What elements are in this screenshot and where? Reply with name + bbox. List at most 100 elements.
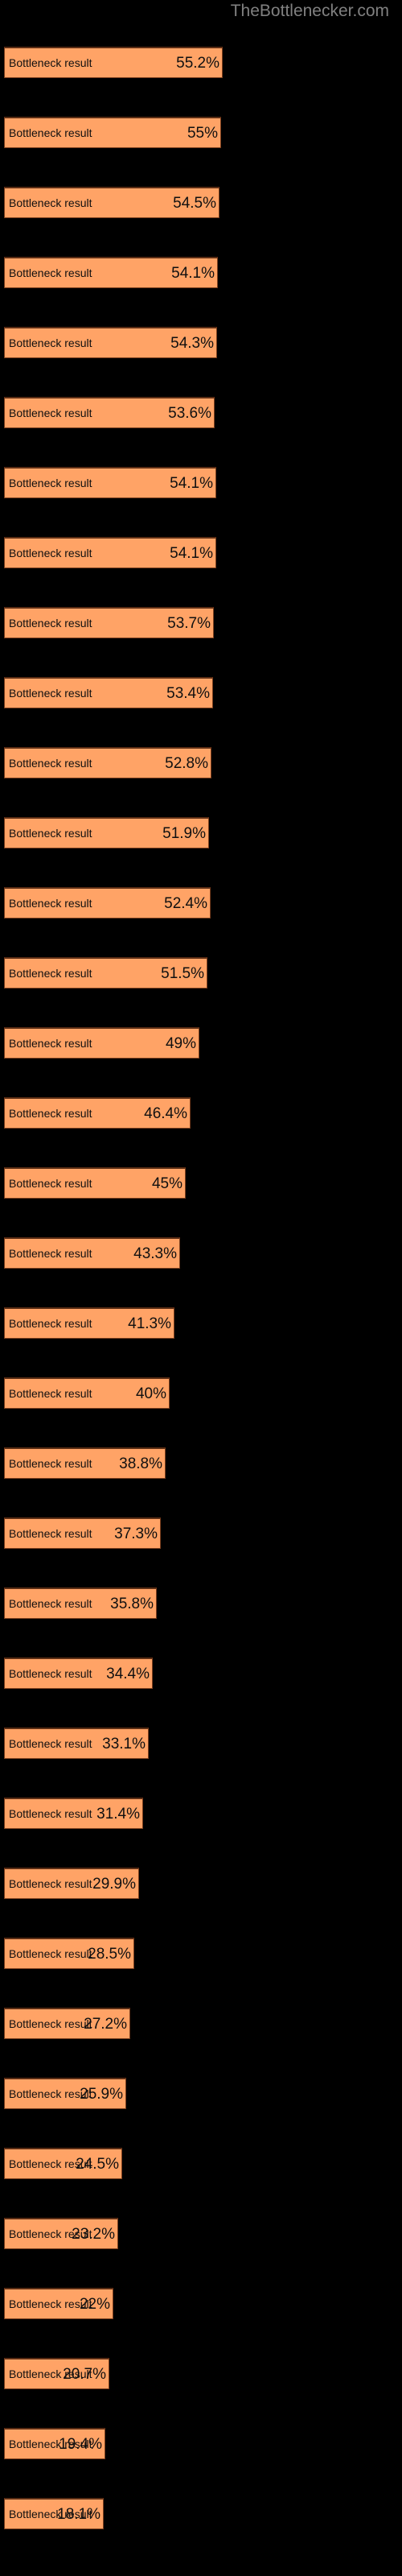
bar-value-label: 34.4% [106,1666,150,1682]
bar-clip: Bottleneck result 35.8% [4,1587,402,1619]
bar-value-label: 54.1% [170,475,213,492]
bar-value-label: 53.4% [166,685,210,702]
bar-row: Bottleneck result 52.4% [4,887,402,919]
bar-clip: Bottleneck result 51.5% [4,957,402,989]
bar-clip: Bottleneck result 43.3% [4,1237,402,1269]
bar-value-label: 43.3% [133,1245,177,1262]
bar-row: Bottleneck result 41.3% [4,1307,402,1339]
bar-clip: Bottleneck result 29.9% [4,1868,402,1899]
bar-category-label: Bottleneck result [9,757,92,770]
bar-category-label: Bottleneck result [9,1107,92,1120]
bar-clip: Bottleneck result 54.3% [4,327,402,358]
bar-list: Bottleneck result 55.2% Bottleneck result 5… [0,0,402,2576]
bar-category-label: Bottleneck result [9,1807,92,1820]
bar-row: Bottleneck result 18.1% [4,2498,402,2529]
bar-category-label: Bottleneck result [9,126,92,139]
bar-value-label: 19.4% [59,2436,102,2453]
bar-value-label: 51.5% [161,965,204,982]
bar-clip: Bottleneck result 34.4% [4,1657,402,1689]
bar-category-label: Bottleneck result [9,477,92,489]
bar-row: Bottleneck result 38.8% [4,1447,402,1479]
bar-value-label: 54.3% [170,335,214,352]
bar-category-label: Bottleneck result [9,547,92,559]
bar-value-label: 18.1% [57,2506,100,2523]
bar-category-label: Bottleneck result [9,1247,92,1260]
bar-category-label: Bottleneck result [9,1177,92,1190]
bar-clip: Bottleneck result 40% [4,1377,402,1409]
bar-row: Bottleneck result 51.9% [4,817,402,848]
bar-clip: Bottleneck result 28.5% [4,1938,402,1969]
bar-value-label: 37.3% [114,1525,158,1542]
bar-clip: Bottleneck result 54.5% [4,187,402,218]
bar-category-label: Bottleneck result [9,687,92,700]
bar-value-label: 54.1% [171,265,215,282]
bar-row: Bottleneck result 45% [4,1167,402,1199]
bar-clip: Bottleneck result 18.1% [4,2498,402,2529]
bar-row: Bottleneck result 33.1% [4,1728,402,1759]
bar-row: Bottleneck result 34.4% [4,1657,402,1689]
bar-clip: Bottleneck result 38.8% [4,1447,402,1479]
bar-value-label: 41.3% [128,1315,171,1332]
bar-value-label: 29.9% [92,1876,136,1893]
bar-row: Bottleneck result 55% [4,117,402,148]
bar-clip: Bottleneck result 54.1% [4,537,402,568]
bottleneck-bar-chart: TheBottlenecker.com Bottleneck result 55.… [0,0,402,2576]
bar-value-label: 33.1% [102,1736,146,1752]
bar-clip: Bottleneck result 33.1% [4,1728,402,1759]
bar-row: Bottleneck result 54.3% [4,327,402,358]
bar-value-label: 53.6% [168,405,211,422]
bar-value-label: 51.9% [162,825,206,842]
bar-row: Bottleneck result 51.5% [4,957,402,989]
bar-value-label: 46.4% [144,1105,187,1122]
bar-value-label: 28.5% [88,1946,131,1963]
bar-clip: Bottleneck result 27.2% [4,2008,402,2039]
bar-row: Bottleneck result 37.3% [4,1517,402,1549]
bar-category-label: Bottleneck result [9,1037,92,1050]
bar-clip: Bottleneck result 19.4% [4,2428,402,2459]
bar-row: Bottleneck result 54.1% [4,467,402,498]
bar-row: Bottleneck result 55.2% [4,47,402,78]
bar-value-label: 49% [165,1035,196,1052]
bar-category-label: Bottleneck result [9,897,92,910]
bar-category-label: Bottleneck result [9,266,92,279]
bar-clip: Bottleneck result 46.4% [4,1097,402,1129]
bar-value-label: 55.2% [176,55,219,72]
bar-value-label: 45% [151,1175,183,1192]
bar-category-label: Bottleneck result [9,827,92,840]
bar-value-label: 23.2% [72,2226,115,2243]
bar-value-label: 20.7% [63,2366,106,2383]
bar-value-label: 38.8% [119,1455,162,1472]
bar-clip: Bottleneck result 24.5% [4,2148,402,2179]
bar-value-label: 27.2% [84,2016,127,2033]
bar-category-label: Bottleneck result [9,1737,92,1750]
bar-row: Bottleneck result 35.8% [4,1587,402,1619]
bar-clip: Bottleneck result 25.9% [4,2078,402,2109]
bar-clip: Bottleneck result 55% [4,117,402,148]
bar-category-label: Bottleneck result [9,1387,92,1400]
bar-row: Bottleneck result 31.4% [4,1798,402,1829]
bar-clip: Bottleneck result 45% [4,1167,402,1199]
bar-value-label: 31.4% [96,1806,140,1823]
bar-clip: Bottleneck result 52.8% [4,747,402,778]
bar-value-label: 52.8% [165,755,208,772]
bar-row: Bottleneck result 25.9% [4,2078,402,2109]
bar-category-label: Bottleneck result [9,56,92,69]
bar-clip: Bottleneck result 53.7% [4,607,402,638]
bar-clip: Bottleneck result 22% [4,2288,402,2319]
bar-category-label: Bottleneck result [9,1877,92,1890]
bar-row: Bottleneck result 29.9% [4,1868,402,1899]
bar-clip: Bottleneck result 20.7% [4,2358,402,2389]
bar-clip: Bottleneck result 54.1% [4,467,402,498]
bar-row: Bottleneck result 54.1% [4,257,402,288]
bar-clip: Bottleneck result 49% [4,1027,402,1059]
bar-row: Bottleneck result 53.7% [4,607,402,638]
bar-value-label: 54.1% [170,545,213,562]
bar-value-label: 24.5% [76,2156,119,2173]
bar-category-label: Bottleneck result [9,1317,92,1330]
bar-clip: Bottleneck result 31.4% [4,1798,402,1829]
bar-value-label: 40% [135,1385,166,1402]
bar-clip: Bottleneck result 55.2% [4,47,402,78]
bar-category-label: Bottleneck result [9,336,92,349]
bar-row: Bottleneck result 46.4% [4,1097,402,1129]
bar-category-label: Bottleneck result [9,1457,92,1470]
